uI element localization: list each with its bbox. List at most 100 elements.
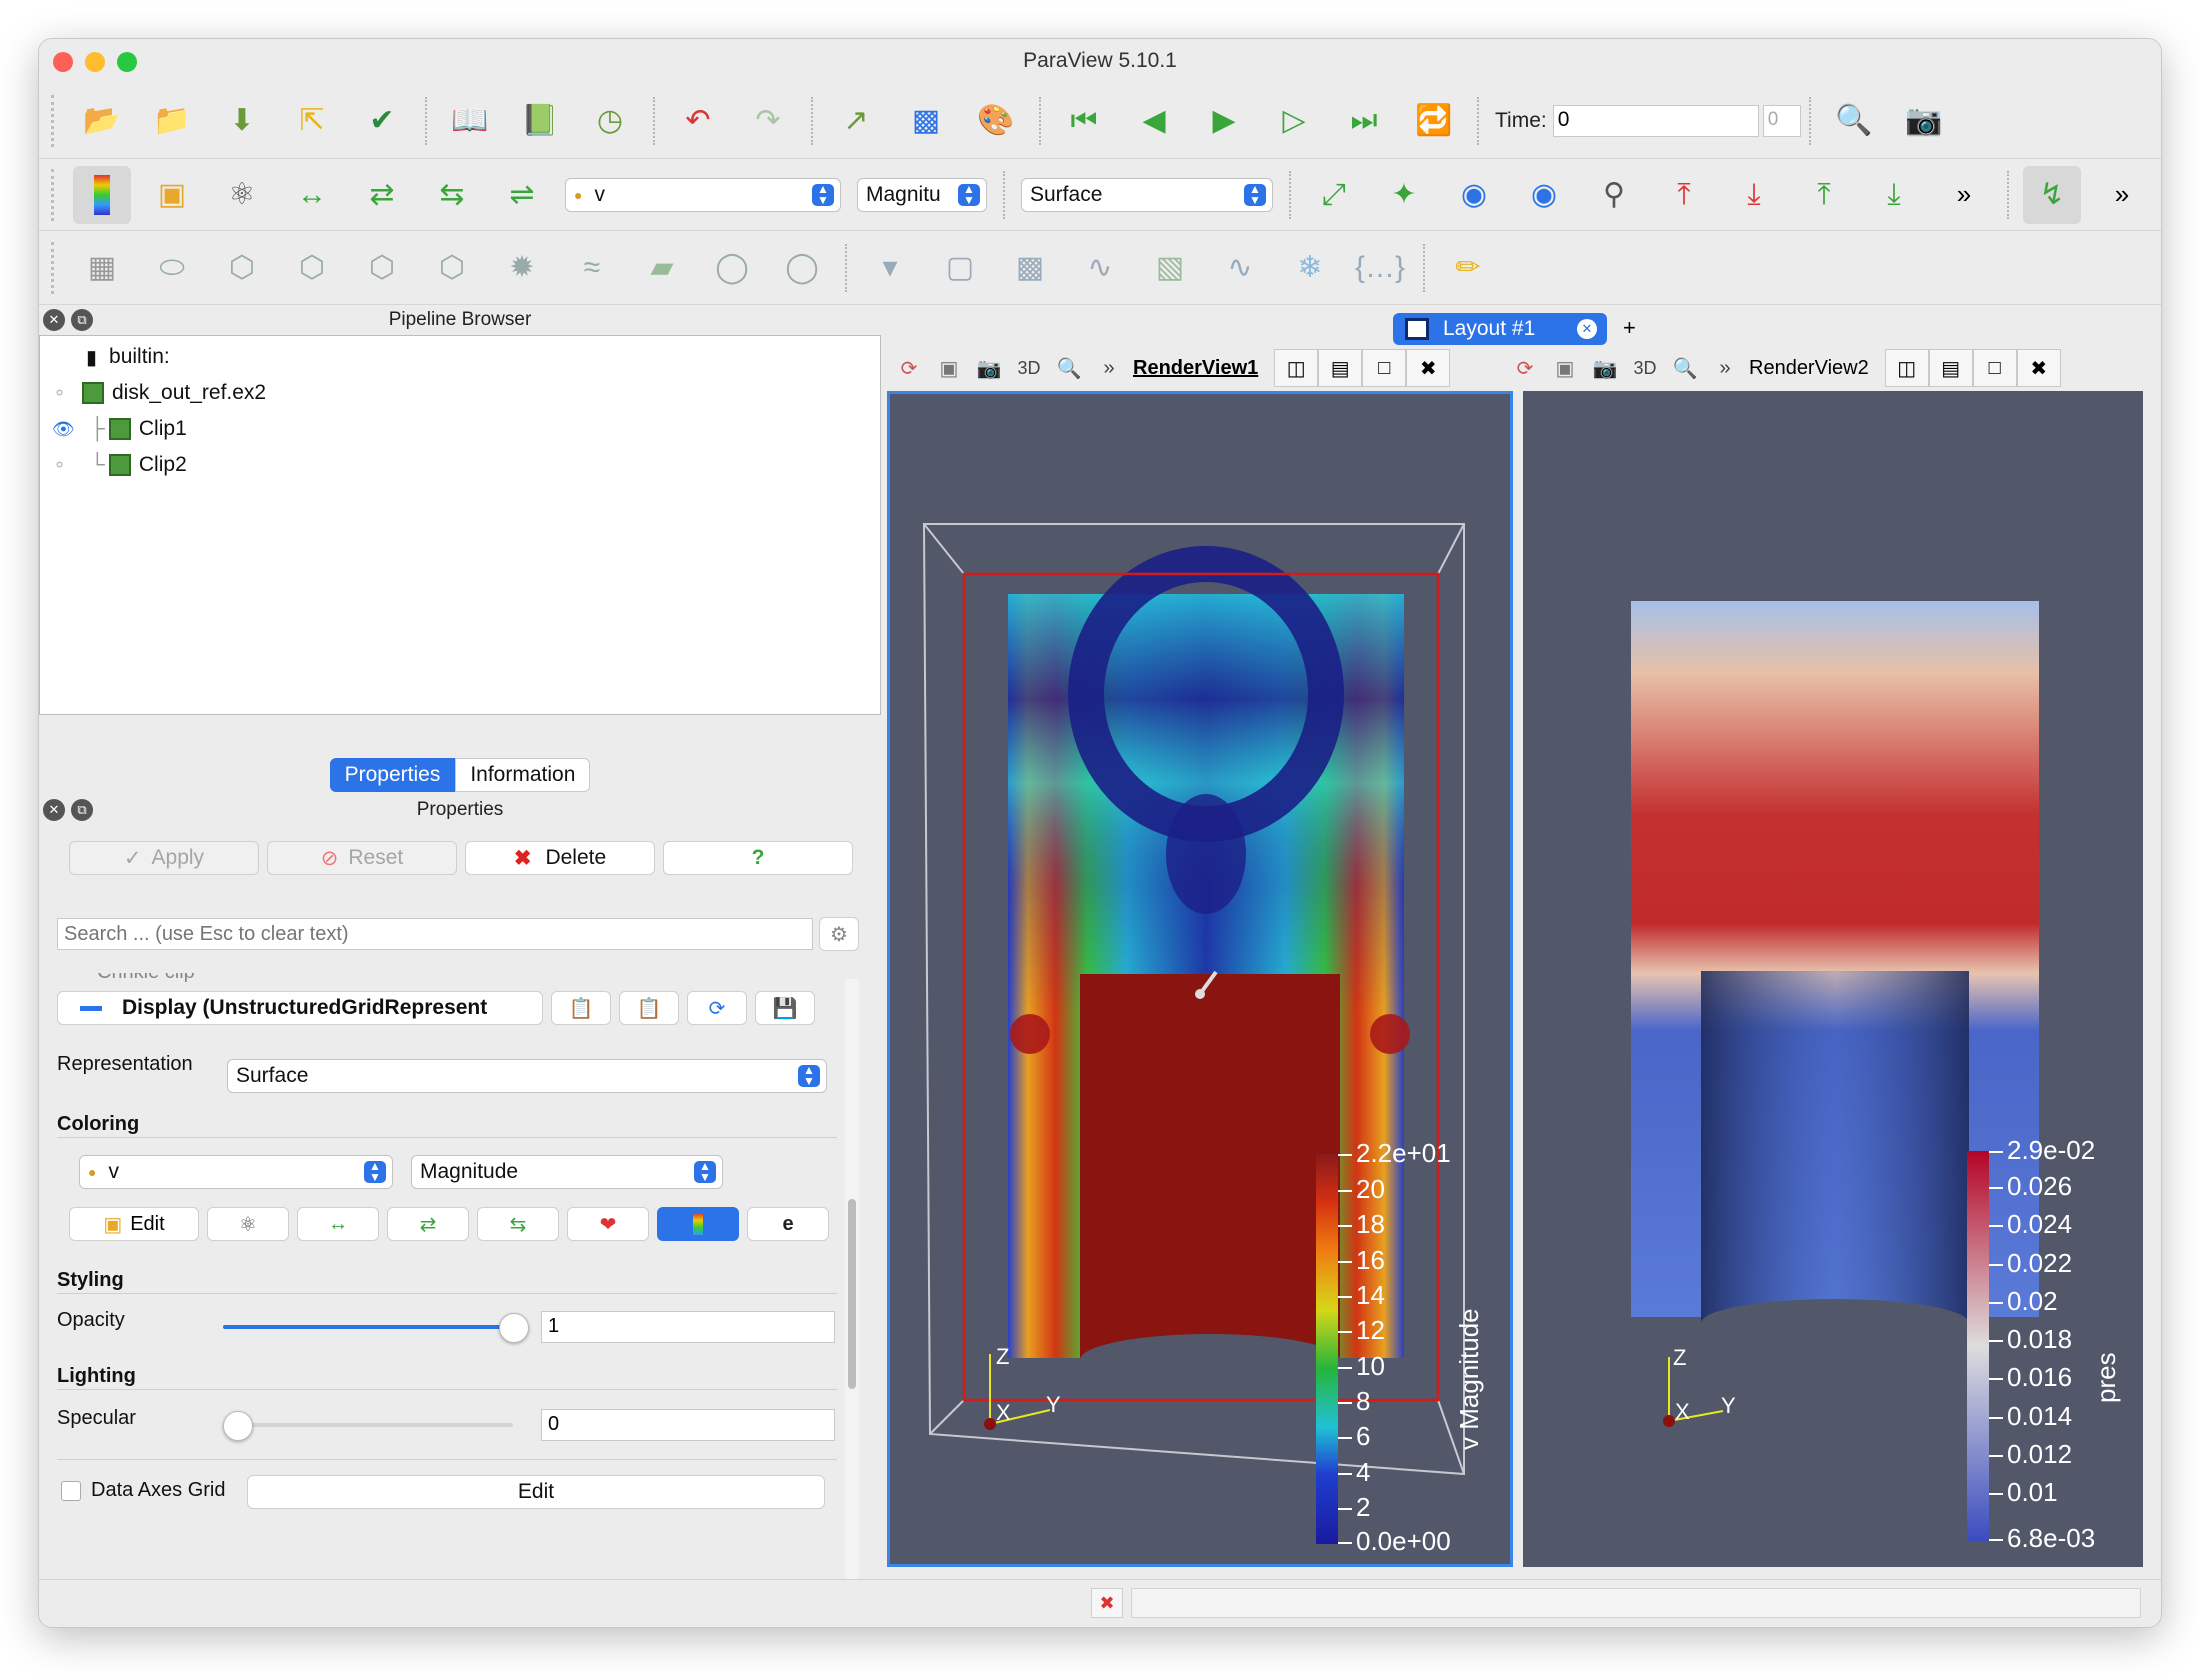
contour-icon[interactable]: ⬭ — [143, 239, 201, 297]
display-section-toggle[interactable]: Display (UnstructuredGridRepresent — [57, 991, 543, 1025]
play-icon[interactable]: ▶ — [1195, 92, 1253, 150]
split-vertical-icon[interactable]: ▤ — [1928, 349, 1973, 387]
save-state-icon[interactable]: 📖 — [441, 92, 499, 150]
show-color-legend-icon[interactable] — [657, 1207, 739, 1241]
gear-icon[interactable]: ⚙ — [819, 917, 859, 951]
extract-level-icon[interactable]: ◯ — [773, 239, 831, 297]
maximize-icon[interactable]: □ — [1972, 349, 2017, 387]
rescale-temporal-range-icon[interactable]: ⇆ — [477, 1207, 559, 1241]
next-frame-icon[interactable]: ▷ — [1265, 92, 1323, 150]
select-points-icon[interactable]: ▣ — [929, 351, 969, 385]
split-horizontal-icon[interactable]: ◫ — [1884, 349, 1929, 387]
specular-slider[interactable] — [223, 1423, 513, 1427]
open-folder-icon[interactable]: 📂 — [73, 92, 131, 150]
separate-color-map-icon[interactable]: ⚛ — [207, 1207, 289, 1241]
minimize-window-icon[interactable] — [85, 52, 105, 72]
plot-over-time-icon[interactable]: ∿ — [1211, 239, 1269, 297]
delete-button[interactable]: ✖ Delete — [465, 841, 655, 875]
camera-undo-icon[interactable]: ↗ — [827, 92, 885, 150]
coloring-component-dropdown[interactable]: Magnitude ▲ ▼ — [411, 1155, 723, 1189]
split-horizontal-icon[interactable]: ◫ — [1274, 349, 1319, 387]
view1-title[interactable]: RenderView1 — [1133, 357, 1258, 380]
edit-color-map-button[interactable]: ▣ Edit — [69, 1207, 199, 1241]
rescale-visible-range-icon[interactable]: ⇌ — [493, 166, 551, 224]
maximize-icon[interactable]: □ — [1362, 349, 1407, 387]
use-separate-color-map-icon[interactable]: ⚛ — [213, 166, 271, 224]
pipeline-item-disk-out-ref[interactable]: ⚬ disk_out_ref.ex2 — [40, 376, 266, 410]
render-view-1[interactable]: Z X Y 2.2e+01 20 18 16 14 12 10 8 6 4 2 0.0e+00 v M… — [887, 391, 1513, 1567]
more-icon[interactable]: » — [1089, 351, 1129, 385]
ruler-icon[interactable]: ✏ — [1439, 239, 1497, 297]
time-input[interactable]: 0 — [1552, 104, 1759, 137]
opacity-slider[interactable] — [223, 1325, 513, 1329]
open-recent-icon[interactable]: 📁 — [143, 92, 201, 150]
stream-tracer-icon[interactable]: ≈ — [563, 239, 621, 297]
time-index-spinbox[interactable]: 0 — [1762, 104, 1801, 137]
reset-button[interactable]: ⊘ Reset — [267, 841, 457, 875]
more-icon[interactable]: » — [2093, 166, 2151, 224]
save-data-icon[interactable]: ⬇ — [213, 92, 271, 150]
view-plus-x-icon[interactable]: ⤒ — [1655, 166, 1713, 224]
reset-camera-closest-icon[interactable]: ◉ — [1515, 166, 1573, 224]
tab-information[interactable]: Information — [455, 758, 591, 792]
split-vertical-icon[interactable]: ▤ — [1318, 349, 1363, 387]
tab-properties[interactable]: Properties — [329, 758, 456, 792]
float-icon[interactable]: ⧉ — [71, 799, 93, 821]
edit-color-map-icon[interactable]: ▣ — [143, 166, 201, 224]
close-tab-icon[interactable]: ✕ — [1577, 319, 1597, 339]
view-minus-y-icon[interactable]: ⤓ — [1865, 166, 1923, 224]
properties-scrollbar[interactable] — [845, 979, 859, 1585]
close-icon[interactable]: ✕ — [43, 799, 65, 821]
view-plus-y-icon[interactable]: ⤒ — [1795, 166, 1853, 224]
edit-color-legend-icon[interactable]: e — [747, 1207, 829, 1241]
maximize-window-icon[interactable] — [117, 52, 137, 72]
connect-icon[interactable]: ⇱ — [283, 92, 341, 150]
reload-icon[interactable]: ⟳ — [687, 991, 747, 1025]
specular-slider-handle[interactable] — [223, 1411, 253, 1441]
palette-icon[interactable]: 🎨 — [967, 92, 1025, 150]
screenshot-icon[interactable]: 📷 — [1585, 351, 1625, 385]
eye-hidden-icon[interactable]: ⚬ — [52, 455, 67, 476]
undo-icon[interactable]: ↶ — [669, 92, 727, 150]
render-view-2[interactable]: Z X Y 2.9e-02 0.026 0.024 0.022 0.02 0.018 0.0… — [1523, 391, 2143, 1567]
opacity-input[interactable]: 1 — [541, 1311, 835, 1343]
data-axes-grid-edit-button[interactable]: Edit — [247, 1475, 825, 1509]
save-icon[interactable]: 💾 — [755, 991, 815, 1025]
component-select[interactable]: Magnitu ▲ ▼ — [857, 177, 987, 212]
close-icon[interactable]: ✕ — [43, 309, 65, 331]
eye-visible-icon[interactable]: 👁 — [52, 419, 75, 440]
clip-icon[interactable]: ⬡ — [213, 239, 271, 297]
redo-icon[interactable]: ↷ — [739, 92, 797, 150]
close-view-icon[interactable]: ✖ — [1406, 349, 1451, 387]
reset-camera-icon[interactable]: ⤢ — [1305, 166, 1363, 224]
add-layout-button[interactable]: + — [1623, 315, 1636, 341]
plot-data-icon[interactable]: ▧ — [1141, 239, 1199, 297]
tab-layout-1[interactable]: Layout #1 ✕ — [1393, 313, 1607, 345]
apply-button[interactable]: ✓ Apply — [69, 841, 259, 875]
zoom-icon[interactable]: 🔍 — [1049, 351, 1089, 385]
find-data-icon[interactable]: ❄ — [1281, 239, 1339, 297]
first-frame-icon[interactable]: ⏮ — [1055, 92, 1113, 150]
view-minus-x-icon[interactable]: ⤓ — [1725, 166, 1783, 224]
opacity-slider-handle[interactable] — [499, 1313, 529, 1343]
rescale-custom-range-icon[interactable]: ⇄ — [353, 166, 411, 224]
close-view-icon[interactable]: ✖ — [2016, 349, 2061, 387]
more-icon[interactable]: » — [1935, 166, 1993, 224]
reset-session-icon[interactable]: ◷ — [581, 92, 639, 150]
last-frame-icon[interactable]: ⏭ — [1335, 92, 1393, 150]
view2-title[interactable]: RenderView2 — [1749, 357, 1869, 380]
histogram-icon[interactable]: ▩ — [1001, 239, 1059, 297]
search-input[interactable] — [57, 918, 813, 950]
glyph-icon[interactable]: ✹ — [493, 239, 551, 297]
select-points-icon[interactable]: ▣ — [1545, 351, 1585, 385]
choose-preset-icon[interactable]: ❤ — [567, 1207, 649, 1241]
zoom-to-box-icon[interactable]: 🔍 — [1825, 92, 1883, 150]
zoom-closest-icon[interactable]: ◉ — [1445, 166, 1503, 224]
scrollbar-thumb[interactable] — [848, 1199, 856, 1389]
probe-icon[interactable]: ▾ — [861, 239, 919, 297]
more-icon[interactable]: » — [1705, 351, 1745, 385]
rescale-range-icon[interactable]: ↔ — [283, 166, 341, 224]
threshold-icon[interactable]: ⬡ — [353, 239, 411, 297]
representation-select[interactable]: Surface ▲ ▼ — [1021, 177, 1273, 212]
capture-render-icon[interactable]: ⟳ — [1505, 351, 1545, 385]
